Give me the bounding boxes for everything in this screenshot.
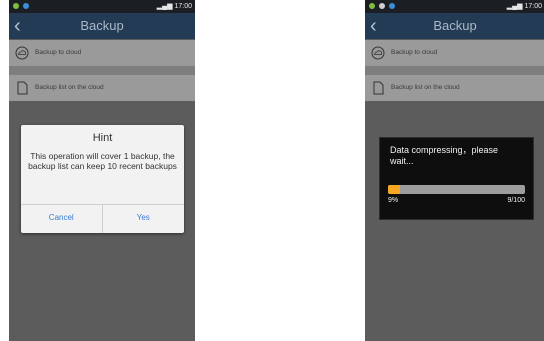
- backup-list-item[interactable]: Backup list on the cloud: [365, 75, 544, 101]
- app-icon: [378, 3, 385, 10]
- app-icon: [388, 3, 395, 10]
- app-bar: ‹ Backup: [9, 13, 195, 39]
- item-label: Backup to cloud: [35, 49, 82, 56]
- dialog-buttons: Cancel Yes: [21, 204, 184, 233]
- dialog-message: This operation will cover 1 backup, the …: [28, 151, 177, 171]
- divider: [365, 66, 544, 75]
- phone-screen-right: ▂▄▆ 17:00 ‹ Backup Backup to cloud Backu…: [365, 0, 544, 341]
- progress-percent: 9%: [388, 197, 399, 204]
- app-icon: [369, 3, 375, 10]
- notification-icons: [369, 0, 397, 13]
- system-icons: ▂▄▆ 17:00: [157, 0, 192, 13]
- cancel-button[interactable]: Cancel: [21, 205, 103, 233]
- dialog-title: Hint: [92, 132, 113, 144]
- backup-to-cloud-item[interactable]: Backup to cloud: [9, 40, 195, 66]
- cloud-upload-icon: [15, 46, 29, 60]
- progress-bar: [388, 185, 525, 194]
- progress-dialog: Data compressing，please wait... 9% 9/100: [379, 137, 534, 220]
- yes-button[interactable]: Yes: [103, 205, 185, 233]
- app-bar: ‹ Backup: [365, 13, 544, 39]
- signal-icon: ▂▄▆: [156, 3, 173, 10]
- system-icons: ▂▄▆ 17:00: [507, 0, 542, 13]
- status-time: 17:00: [524, 3, 542, 10]
- app-icon: [13, 3, 19, 10]
- page-title: Backup: [80, 18, 124, 33]
- status-bar: ▂▄▆ 17:00: [365, 0, 544, 13]
- page-title: Backup: [433, 18, 477, 33]
- phone-screen-left: ▂▄▆ 17:00 ‹ Backup Backup to cloud Backu…: [9, 0, 195, 341]
- progress-fill: [388, 185, 401, 194]
- progress-count: 9/100: [507, 197, 525, 204]
- progress-message: Data compressing，please wait...: [390, 145, 499, 166]
- cloud-upload-icon: [371, 46, 385, 60]
- notification-icons: [13, 0, 31, 13]
- signal-icon: ▂▄▆: [506, 3, 523, 10]
- status-time: 17:00: [174, 3, 192, 10]
- document-icon: [17, 81, 28, 95]
- document-icon: [373, 81, 384, 95]
- item-label: Backup list on the cloud: [35, 84, 104, 91]
- status-bar: ▂▄▆ 17:00: [9, 0, 195, 13]
- item-label: Backup to cloud: [391, 49, 438, 56]
- backup-to-cloud-item[interactable]: Backup to cloud: [365, 40, 544, 66]
- hint-dialog: Hint This operation will cover 1 backup,…: [21, 125, 184, 233]
- backup-list-item[interactable]: Backup list on the cloud: [9, 75, 195, 101]
- divider: [9, 66, 195, 75]
- item-label: Backup list on the cloud: [391, 84, 460, 91]
- app-icon: [22, 3, 29, 10]
